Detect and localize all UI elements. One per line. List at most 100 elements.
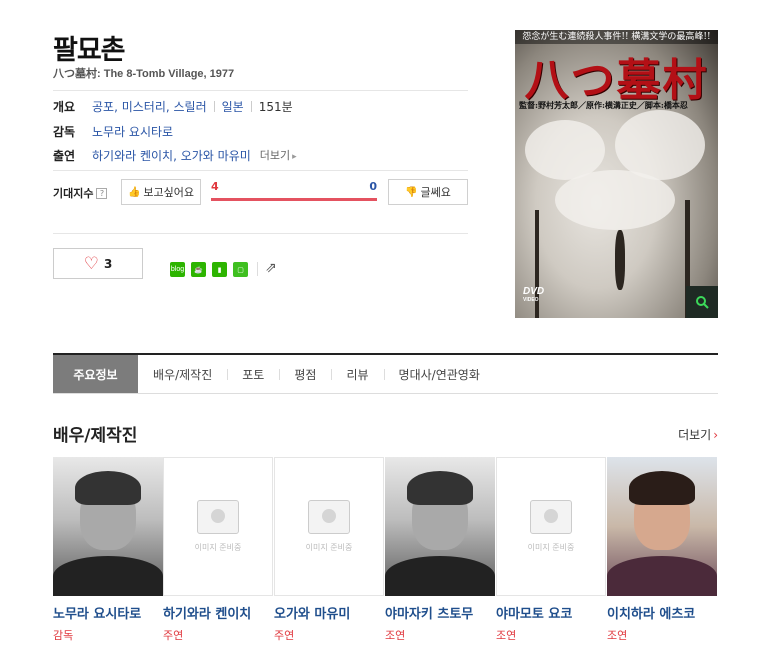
cast-name[interactable]: 오가와 마유미 (274, 603, 385, 622)
cast-more-link[interactable]: 더보기 ▸ (260, 147, 297, 163)
poster-title: 八つ墓村 (524, 55, 709, 106)
help-icon[interactable]: ? (96, 187, 108, 199)
cast-more-label: 더보기 (259, 149, 291, 162)
portrait-shoulders (53, 556, 163, 596)
cast-photo[interactable]: 이미지 준비중 (274, 457, 384, 596)
portrait-hair (75, 471, 141, 505)
want-count: 4 (211, 180, 219, 193)
dont-count: 0 (369, 180, 377, 193)
cast-card[interactable]: 이미지 준비중오가와 마유미주연 (274, 457, 385, 643)
thumbs-up-icon: 👍 (127, 186, 141, 198)
thumbs-down-icon: 👎 (405, 186, 418, 198)
cast-label: 출연 (53, 148, 76, 163)
cast-name[interactable]: 이치하라 에츠코 (607, 603, 718, 622)
poster-blossom (555, 170, 675, 230)
country-link[interactable]: 일본 (222, 98, 244, 115)
director-label: 감독 (53, 124, 76, 139)
dvd-subtext: VIDEO (523, 297, 539, 303)
image-placeholder-icon (197, 500, 239, 534)
cast-role: 주연 (274, 629, 295, 642)
cast-card[interactable]: 이치하라 에츠코조연 (607, 457, 718, 643)
cast-name[interactable]: 야마모토 요코 (496, 603, 607, 622)
cast-card[interactable]: 이미지 준비중하기와라 켄이치주연 (163, 457, 274, 643)
not-sure-button[interactable]: 👎 글쎄요 (388, 179, 468, 205)
cast-role: 감독 (53, 629, 74, 642)
expectation-label: 기대지수 (53, 187, 94, 200)
like-button[interactable]: ♡ 3 (53, 248, 143, 279)
blog-icon[interactable]: blog (170, 262, 185, 277)
tab-photo[interactable]: 포토 (227, 355, 279, 393)
tab-cast-crew[interactable]: 배우/제작진 (138, 355, 227, 393)
expectation-bar-track (211, 198, 377, 201)
tab-review[interactable]: 리뷰 (331, 355, 383, 393)
separator (250, 100, 252, 112)
placeholder-text: 이미지 준비중 (527, 543, 575, 552)
want-to-see-label: 보고싶어요 (143, 186, 195, 199)
tab-rating[interactable]: 평점 (279, 355, 331, 393)
want-to-see-button[interactable]: 👍 보고싶어요 (121, 179, 201, 205)
not-sure-label: 글쎄요 (420, 186, 451, 199)
cast-role: 조연 (607, 629, 628, 642)
like-count: 3 (103, 256, 113, 271)
poster-blossom (615, 110, 705, 180)
director-link[interactable]: 노무라 요시타로 (92, 123, 173, 140)
divider (53, 90, 468, 91)
cast-photo[interactable] (607, 457, 717, 596)
expectation-label-group: 기대지수 ? (53, 185, 108, 201)
expectation-bar-fill (211, 198, 377, 201)
portrait-hair (407, 471, 473, 505)
image-placeholder-icon (530, 500, 572, 534)
section-more-label: 더보기 (678, 428, 712, 442)
genre-link[interactable]: 공포, 미스터리, 스릴러 (92, 98, 207, 115)
placeholder-text: 이미지 준비중 (194, 543, 242, 552)
poster-credit: 監督:野村芳太郎／原作:横溝正史／脚本:橋本忍 (519, 100, 688, 110)
note-icon[interactable]: ▢ (233, 262, 248, 277)
cast-row: 출연 하기와라 켄이치, 오가와 마유미 더보기 ▸ (53, 146, 297, 164)
cast-role: 조연 (496, 629, 517, 642)
cast-name[interactable]: 야마자키 츠토무 (385, 603, 496, 622)
portrait-shoulders (607, 556, 717, 596)
runtime: 151분 (258, 99, 293, 114)
director-row: 감독 노무라 요시타로 (53, 122, 173, 140)
cast-role: 주연 (163, 629, 184, 642)
dvd-text: DVD (523, 286, 545, 297)
share-separator (257, 262, 258, 276)
section-title: 배우/제작진 (53, 426, 138, 446)
cast-photo[interactable] (53, 457, 163, 596)
section-more-link[interactable]: 더보기 › (678, 426, 718, 443)
cast-role: 조연 (385, 629, 406, 642)
cast-card[interactable]: 이미지 준비중야마모토 요코조연 (496, 457, 607, 643)
image-placeholder-icon (308, 500, 350, 534)
portrait-hair (629, 471, 695, 505)
divider (53, 170, 468, 171)
cast-link[interactable]: 하기와라 켄이치, 오가와 마유미 (92, 147, 251, 164)
cast-card[interactable]: 노무라 요시타로감독 (53, 457, 164, 643)
chevron-right-icon: › (713, 428, 718, 442)
heart-icon: ♡ (83, 253, 99, 274)
overview-label: 개요 (53, 99, 76, 114)
cast-card[interactable]: 야마자키 츠토무조연 (385, 457, 496, 643)
cast-photo[interactable]: 이미지 준비중 (163, 457, 273, 596)
placeholder-text: 이미지 준비중 (305, 543, 353, 552)
bookmark-icon[interactable]: ▮ (212, 262, 227, 277)
poster-figure (615, 230, 625, 290)
tab-quotes-related[interactable]: 명대사/연관영화 (383, 355, 495, 393)
tab-main-info[interactable]: 주요정보 (53, 355, 138, 393)
cast-name[interactable]: 노무라 요시타로 (53, 603, 164, 622)
expectation-bar: 4 0 (211, 180, 377, 204)
magnifier-icon (696, 296, 709, 309)
chevron-right-icon: ▸ (292, 152, 297, 162)
movie-title: 팔묘촌 (53, 35, 126, 66)
portrait-shoulders (385, 556, 495, 596)
separator (213, 100, 215, 112)
cast-photo[interactable]: 이미지 준비중 (496, 457, 606, 596)
cast-photo[interactable] (385, 457, 495, 596)
share-icon[interactable]: ⇗ (265, 260, 277, 276)
cafe-icon[interactable]: ☕ (191, 262, 206, 277)
zoom-button[interactable] (686, 286, 718, 318)
poster-tagline: 怨念が生む連続殺人事件!! 横溝文学の最高峰!! (515, 30, 718, 44)
dvd-logo: DVD VIDEO (523, 286, 544, 303)
overview-row: 개요 공포, 미스터리, 스릴러 일본 151분 (53, 97, 293, 115)
movie-poster[interactable]: 怨念が生む連続殺人事件!! 横溝文学の最高峰!! 八つ墓村 監督:野村芳太郎／原… (515, 30, 718, 318)
cast-name[interactable]: 하기와라 켄이치 (163, 603, 274, 622)
